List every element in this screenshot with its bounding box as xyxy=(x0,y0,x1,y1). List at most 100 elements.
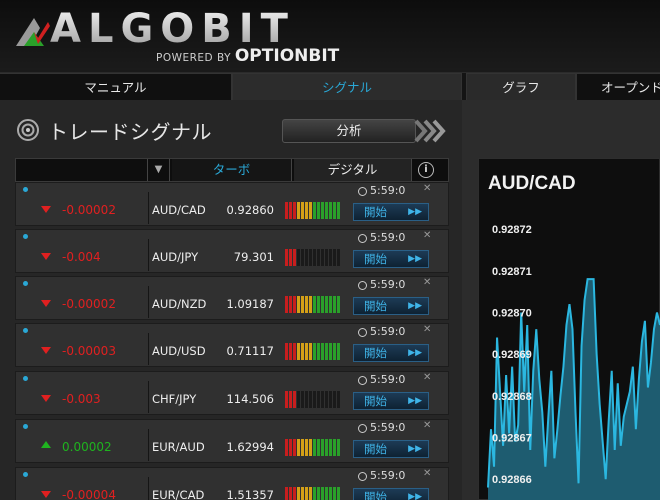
strength-bar xyxy=(289,439,292,456)
tab-open[interactable]: オープンド xyxy=(576,73,660,101)
open-trade-button[interactable]: 開始 ▶▶ xyxy=(353,392,429,410)
close-icon[interactable]: ✕ xyxy=(423,183,431,194)
row-divider xyxy=(148,381,149,413)
strength-bar xyxy=(329,487,332,500)
info-icon[interactable]: i xyxy=(418,162,434,178)
strength-bar xyxy=(301,343,304,360)
clock-icon xyxy=(358,472,367,481)
close-icon[interactable]: ✕ xyxy=(423,230,431,241)
chevron-down-icon[interactable]: ▼ xyxy=(148,159,170,181)
close-icon[interactable]: ✕ xyxy=(423,324,431,335)
asset-filter-field[interactable] xyxy=(16,159,148,181)
signal-change: -0.003 xyxy=(62,392,101,406)
expiry-timer: 5:59:0 xyxy=(370,231,406,244)
open-button-label: 開始 xyxy=(364,252,387,266)
open-trade-button[interactable]: 開始 ▶▶ xyxy=(353,297,429,315)
strength-meter-icon xyxy=(285,487,340,500)
signal-row: 0.00002 EUR/AUD 1.62994 5:59:0 ✕ 開始 ▶▶ xyxy=(15,419,449,463)
strength-bar xyxy=(289,391,292,408)
strength-bar xyxy=(301,391,304,408)
y-tick-label: 0.92870 xyxy=(492,308,532,320)
strength-bar xyxy=(305,296,308,313)
algobit-logo: ALGOBIT POWERED BY OPTIONBIT xyxy=(14,6,344,68)
open-trade-button[interactable]: 開始 ▶▶ xyxy=(353,344,429,362)
close-icon[interactable]: ✕ xyxy=(423,372,431,383)
y-tick-label: 0.92866 xyxy=(492,474,532,486)
open-button-label: 開始 xyxy=(364,442,387,456)
strength-bar xyxy=(317,249,320,266)
strength-bar xyxy=(293,487,296,500)
tab-turbo[interactable]: ターボ xyxy=(172,159,292,181)
strength-bar xyxy=(293,249,296,266)
strength-bar xyxy=(301,202,304,219)
close-icon[interactable]: ✕ xyxy=(423,468,431,479)
strength-bar xyxy=(337,439,340,456)
trend-down-icon xyxy=(41,253,51,260)
tab-manual[interactable]: マニュアル xyxy=(0,73,232,101)
currency-pair: EUR/CAD xyxy=(152,488,205,500)
trend-down-icon xyxy=(41,491,51,498)
strength-bar xyxy=(329,343,332,360)
strength-bar xyxy=(321,487,324,500)
strength-bar xyxy=(285,296,288,313)
tab-signal[interactable]: シグナル xyxy=(232,73,462,101)
strength-meter-icon xyxy=(285,249,340,266)
tab-graph[interactable]: グラフ xyxy=(466,73,576,101)
open-trade-button[interactable]: 開始 ▶▶ xyxy=(353,488,429,500)
strength-bar xyxy=(325,343,328,360)
partner-brand: OPTIONBIT xyxy=(234,46,340,66)
strength-bar xyxy=(329,439,332,456)
strength-bar xyxy=(333,343,336,360)
close-icon[interactable]: ✕ xyxy=(423,277,431,288)
strength-meter-icon xyxy=(285,343,340,360)
strength-bar xyxy=(317,296,320,313)
strength-bar xyxy=(285,391,288,408)
open-trade-button[interactable]: 開始 ▶▶ xyxy=(353,250,429,268)
y-tick-label: 0.92871 xyxy=(492,266,532,278)
strength-bar xyxy=(285,343,288,360)
signal-price: 1.09187 xyxy=(226,297,274,311)
signal-change: -0.00002 xyxy=(62,297,116,311)
strength-bar xyxy=(337,296,340,313)
strength-bar xyxy=(285,439,288,456)
open-button-label: 開始 xyxy=(364,299,387,313)
strength-bar xyxy=(309,487,312,500)
open-trade-button[interactable]: 開始 ▶▶ xyxy=(353,440,429,458)
signal-price: 0.71117 xyxy=(226,344,274,358)
expiry-timer: 5:59:0 xyxy=(370,278,406,291)
y-tick-label: 0.92868 xyxy=(492,391,532,403)
clock-icon xyxy=(358,281,367,290)
strength-bar xyxy=(309,202,312,219)
analysis-button[interactable]: 分析 xyxy=(282,119,416,143)
strength-bar xyxy=(329,249,332,266)
open-button-label: 開始 xyxy=(364,205,387,219)
currency-pair: AUD/CAD xyxy=(152,203,206,217)
clock-icon xyxy=(358,376,367,385)
y-tick-label: 0.92869 xyxy=(492,349,532,361)
row-divider xyxy=(148,477,149,500)
trend-down-icon xyxy=(41,395,51,402)
strength-bar xyxy=(293,296,296,313)
row-divider xyxy=(148,429,149,461)
strength-bar xyxy=(293,391,296,408)
signal-price: 1.62994 xyxy=(226,440,274,454)
strength-bar xyxy=(333,296,336,313)
tab-digital[interactable]: デジタル xyxy=(294,159,412,181)
clock-icon xyxy=(358,187,367,196)
main-tabs: マニュアル シグナル グラフ オープンド xyxy=(0,72,660,101)
close-icon[interactable]: ✕ xyxy=(423,420,431,431)
row-divider xyxy=(148,192,149,224)
strength-bar xyxy=(301,296,304,313)
strength-bar xyxy=(297,249,300,266)
open-trade-button[interactable]: 開始 ▶▶ xyxy=(353,203,429,221)
row-divider xyxy=(148,333,149,365)
chart-title: AUD/CAD xyxy=(488,173,576,194)
double-chevron-right-icon: ▶▶ xyxy=(408,254,422,264)
double-chevron-right-icon: ▶▶ xyxy=(408,207,422,217)
price-chart: 0.92872 0.92871 0.92870 0.92869 0.92868 0.928… xyxy=(487,224,660,500)
strength-bar xyxy=(333,202,336,219)
signal-row: -0.00002 AUD/CAD 0.92860 5:59:0 ✕ 開始 ▶▶ xyxy=(15,182,449,226)
strength-bar xyxy=(301,249,304,266)
strength-bar xyxy=(289,296,292,313)
signal-change: -0.00004 xyxy=(62,488,116,500)
